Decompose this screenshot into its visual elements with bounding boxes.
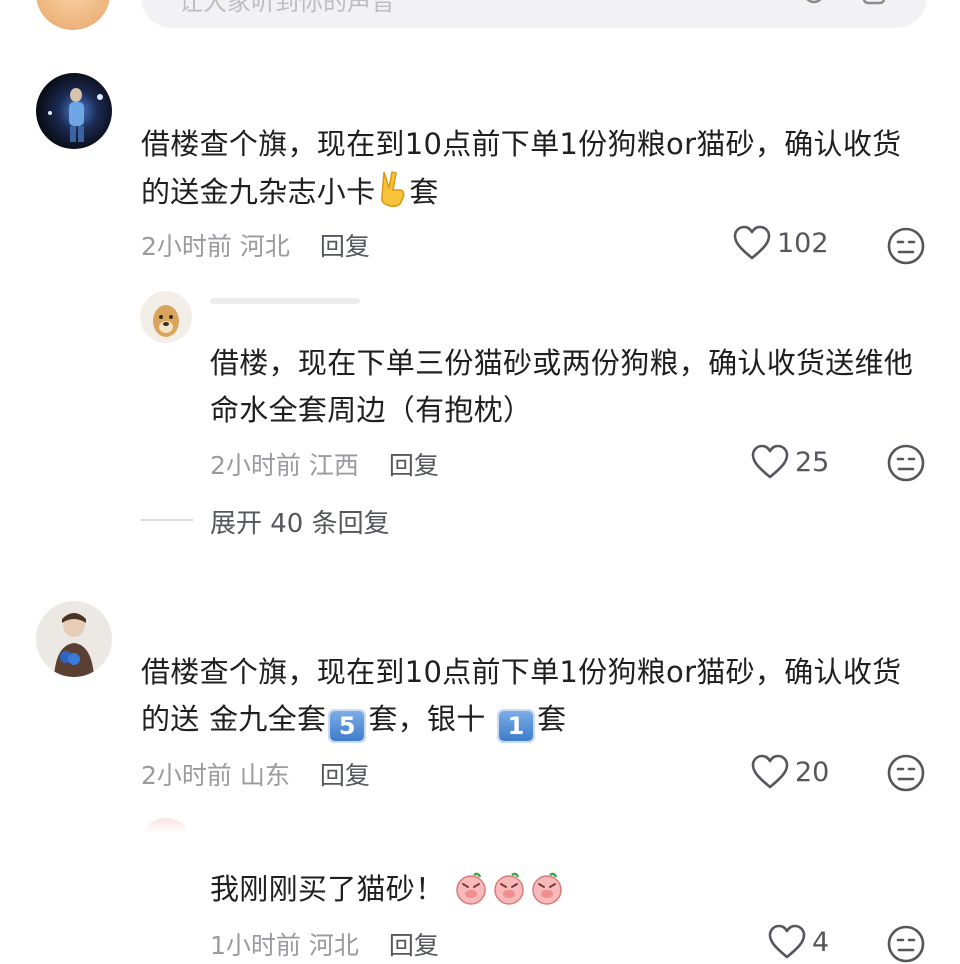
comment-meta: 2小时前 江西 回复 [210,446,439,482]
dislike-face-icon[interactable] [886,443,926,483]
like-count: 20 [795,756,830,788]
pig-sticker-icon [494,872,524,905]
like-button[interactable]: 25 [751,444,829,480]
like-count: 102 [777,227,829,259]
comment-text: 我刚刚买了猫砂！ [210,866,915,913]
avatar[interactable] [36,73,112,149]
reply-button[interactable]: 回复 [320,232,370,261]
comment-input-placeholder: 让大家听到你的声音 [179,0,395,16]
heart-icon [751,754,789,789]
comment-location: 河北 [308,931,359,960]
dislike-face-icon[interactable] [886,226,926,266]
pig-sticker-icon [456,872,486,905]
reply-button[interactable]: 回复 [389,451,439,480]
comment-text: 借楼查个旗，现在到10点前下单1份狗粮or猫砂，确认收货的送金九杂志小卡 套 [141,127,902,209]
comment-time: 2小时前 [141,232,232,261]
keycap-one: 1 [497,709,536,743]
comment-time: 2小时前 [141,761,232,790]
avatar-figure [48,88,103,142]
comment-text: 借楼查个旗，现在到10点前下单1份狗粮or猫砂，确认收货的送 金九全套 5 套，银十… [141,649,916,743]
like-count: 25 [795,446,830,478]
comment-location: 河北 [239,232,290,261]
victory-hand-emoji [381,171,405,207]
comment-time: 1小时前 [210,931,301,960]
at-icon[interactable] [801,0,827,6]
avatar-dog [153,305,179,337]
comment-meta: 1小时前 河北 回复 [210,926,439,962]
like-count: 4 [812,926,830,958]
heart-icon [768,924,806,959]
pig-sticker-icon [532,872,562,905]
comment-meta: 2小时前 山东 回复 [141,756,370,792]
keycap-five: 5 [328,709,367,743]
comment-location: 江西 [308,451,359,480]
avatar[interactable] [140,291,192,343]
comment-meta: 2小时前 河北 回复 [141,227,370,263]
username-placeholder [210,298,360,304]
comment-input-bar[interactable]: 让大家听到你的声音 [141,0,927,28]
dislike-face-icon[interactable] [886,753,926,793]
comment-text: 借楼，现在下单三份猫砂或两份狗粮，确认收货送维他命水全套周边（有抱枕） [210,346,914,427]
image-icon[interactable] [861,0,887,6]
expand-divider [141,519,193,521]
like-button[interactable]: 20 [751,754,829,790]
heart-icon [751,444,789,479]
expand-replies-button[interactable]: 展开 40 条回复 [210,503,390,540]
like-button[interactable]: 102 [733,225,829,261]
reply-button[interactable]: 回复 [389,931,439,960]
my-avatar [36,0,110,30]
avatar[interactable] [140,818,192,870]
comment-time: 2小时前 [210,451,301,480]
reply-button[interactable]: 回复 [320,761,370,790]
dislike-face-icon[interactable] [886,924,926,964]
heart-icon [733,225,771,260]
comment-location: 山东 [239,761,290,790]
like-button[interactable]: 4 [768,924,829,960]
avatar-person [54,613,94,677]
avatar[interactable] [36,601,112,677]
